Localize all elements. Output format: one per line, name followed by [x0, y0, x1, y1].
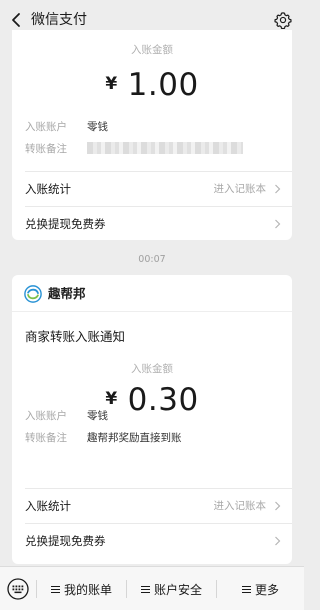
- amount-label: 入账金额: [131, 44, 173, 56]
- account-line: 入账账户 零钱: [25, 409, 108, 423]
- merchant-transfer-card: 趣帮邦 商家转账入账通知 入账金额 ¥0.30 入账账户 零钱 转账备注 趣帮邦奖励…: [12, 275, 292, 564]
- divider: [12, 311, 292, 312]
- remark-key: 转账备注: [25, 143, 67, 155]
- notice-title: 商家转账入账通知: [25, 329, 126, 344]
- coupon-row[interactable]: 兑换提现免费券: [12, 524, 292, 558]
- account-key: 入账账户: [25, 121, 67, 133]
- menu-account-security[interactable]: 账户安全: [127, 567, 216, 610]
- account-key: 入账账户: [25, 410, 67, 422]
- stats-row[interactable]: 入账统计 进入记账本: [12, 489, 292, 523]
- transfer-message-card: 入账金额 ¥1.00 入账账户 零钱 转账备注 入账统计 进入记账本 兑换提现免费…: [12, 30, 292, 240]
- coupon-label: 兑换提现免费券: [25, 217, 106, 231]
- account-value: 零钱: [87, 121, 108, 133]
- remark-value: 趣帮邦奖励直接到账: [87, 432, 182, 444]
- menu-label: 我的账单: [63, 582, 112, 597]
- account-line: 入账账户 零钱: [25, 120, 108, 134]
- coupon-label: 兑换提现免费券: [25, 534, 106, 548]
- blurred-remark: [87, 142, 243, 154]
- amount-number: 1.00: [127, 67, 199, 103]
- chevron-right-icon: [275, 501, 281, 511]
- remark-key: 转账备注: [25, 432, 67, 444]
- amount-number: 0.30: [127, 382, 199, 418]
- message-time: 00:07: [138, 254, 166, 265]
- amount-value: ¥1.00: [12, 67, 292, 102]
- menu-my-bills[interactable]: 我的账单: [37, 567, 126, 610]
- menu-more[interactable]: 更多: [217, 567, 304, 610]
- menu-label: 更多: [254, 582, 279, 597]
- chevron-right-icon: [275, 536, 281, 546]
- merchant-name: 趣帮邦: [48, 286, 86, 301]
- coupon-row[interactable]: 兑换提现免费券: [12, 207, 292, 240]
- back-icon[interactable]: [8, 11, 26, 29]
- menu-list-icon: [140, 585, 150, 593]
- stats-label: 入账统计: [25, 182, 71, 196]
- menu-list-icon: [241, 585, 251, 593]
- gear-icon[interactable]: [274, 11, 292, 29]
- chevron-right-icon: [275, 184, 281, 194]
- stats-row[interactable]: 入账统计 进入记账本: [12, 172, 292, 206]
- chevron-right-icon: [275, 219, 281, 229]
- remark-line: 转账备注 趣帮邦奖励直接到账: [25, 431, 182, 445]
- menu-list-icon: [50, 585, 60, 593]
- keyboard-icon[interactable]: [7, 578, 29, 600]
- currency-symbol: ¥: [105, 389, 118, 409]
- stats-label: 入账统计: [25, 499, 71, 513]
- ledger-link[interactable]: 进入记账本: [214, 499, 267, 513]
- remark-line: 转账备注: [25, 142, 243, 156]
- amount-label: 入账金额: [131, 363, 173, 375]
- account-value: 零钱: [87, 410, 108, 422]
- bottom-menu: 我的账单 账户安全 更多: [0, 566, 304, 610]
- page-title: 微信支付: [31, 12, 87, 28]
- merchant-logo-icon: [24, 285, 42, 303]
- currency-symbol: ¥: [105, 74, 118, 94]
- menu-label: 账户安全: [153, 582, 202, 597]
- ledger-link[interactable]: 进入记账本: [214, 182, 267, 196]
